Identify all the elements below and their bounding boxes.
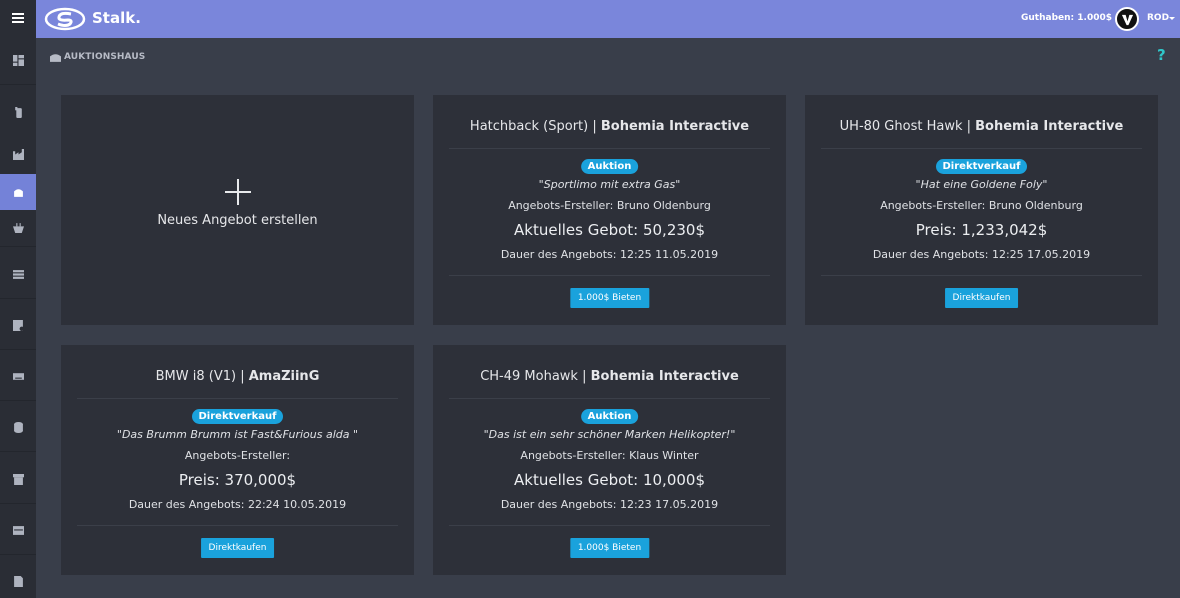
offer-type-badge: Direktverkauf xyxy=(191,409,284,424)
offer-duration: Dauer des Angebots: 12:25 11.05.2019 xyxy=(500,248,719,261)
plus-icon xyxy=(225,179,251,205)
offer-quote: "Sportlimo mit extra Gas" xyxy=(538,178,681,191)
user-logo-icon xyxy=(1121,14,1133,25)
offer-seller: Bohemia Interactive xyxy=(600,119,750,134)
offer-duration: Dauer des Angebots: 12:23 17.05.2019 xyxy=(500,498,719,511)
sidebar-item-factory[interactable] xyxy=(0,136,36,172)
sidebar-item-shop[interactable] xyxy=(0,209,36,245)
offer-quote: "Das Brumm Brumm ist Fast&Furious alda " xyxy=(116,428,359,441)
hamburger-icon xyxy=(12,11,24,25)
new-offer-label: Neues Angebot erstellen xyxy=(157,213,318,228)
offer-duration: Dauer des Angebots: 12:25 17.05.2019 xyxy=(872,248,1091,261)
phone-icon xyxy=(14,106,22,118)
sidebar-item-archive[interactable] xyxy=(0,461,36,497)
offer-creator: Angebots-Ersteller: Klaus Winter xyxy=(520,449,699,462)
chevron-down-icon[interactable] xyxy=(1169,17,1175,20)
file-icon xyxy=(13,575,23,587)
auction-house-icon xyxy=(50,53,61,62)
offer-title: Hatchback (Sport) | Bohemia Interactive xyxy=(469,119,750,134)
offer-title: CH-49 Mohawk | Bohemia Interactive xyxy=(480,369,739,384)
sidebar-item-list[interactable] xyxy=(0,256,36,292)
offer-type-badge: Auktion xyxy=(580,159,639,174)
offer-creator: Angebots-Ersteller: Bruno Oldenburg xyxy=(880,199,1083,212)
sidebar-item-phone[interactable] xyxy=(0,94,36,130)
offer-card: CH-49 Mohawk | Bohemia Interactive Aukti… xyxy=(433,345,786,575)
sidebar xyxy=(0,0,36,598)
offer-seller: Bohemia Interactive xyxy=(975,119,1124,134)
offer-title: BMW i8 (V1) | AmaZiinG xyxy=(155,369,320,384)
sidebar-item-file[interactable] xyxy=(0,563,36,598)
factory-icon xyxy=(12,148,24,160)
offer-type-badge: Auktion xyxy=(580,409,639,424)
window-icon xyxy=(12,525,24,535)
stalk-logo-icon[interactable] xyxy=(44,6,86,32)
database-icon xyxy=(13,421,23,433)
help-button[interactable]: ? xyxy=(1157,46,1166,64)
brand-name[interactable]: Stalk. xyxy=(92,9,141,27)
offer-seller: Bohemia Interactive xyxy=(590,369,739,384)
offer-quote: "Das ist ein sehr schöner Marken Helikop… xyxy=(483,428,736,441)
offer-type-badge: Direktverkauf xyxy=(935,159,1028,174)
offer-duration: Dauer des Angebots: 22:24 10.05.2019 xyxy=(128,498,347,511)
offer-card: Hatchback (Sport) | Bohemia Interactive … xyxy=(433,95,786,325)
auction-house-icon xyxy=(13,188,23,197)
balance-label: Guthaben: 1.000$ xyxy=(1021,13,1112,23)
keyboard-icon xyxy=(12,372,24,380)
archive-icon xyxy=(12,473,24,485)
offer-price: Preis: 370,000$ xyxy=(178,471,297,489)
dashboard-icon xyxy=(12,54,24,66)
sidebar-item-window[interactable] xyxy=(0,512,36,548)
offer-card: BMW i8 (V1) | AmaZiinG Direktverkauf "Da… xyxy=(61,345,414,575)
offer-name: CH-49 Mohawk xyxy=(480,369,578,384)
offer-price: Aktuelles Gebot: 10,000$ xyxy=(514,471,705,489)
basket-icon xyxy=(12,222,24,233)
topbar: Stalk. Guthaben: 1.000$ ROD xyxy=(36,0,1180,38)
sidebar-item-keyboard[interactable] xyxy=(0,358,36,394)
user-menu[interactable]: ROD xyxy=(1147,13,1169,23)
offer-name: UH-80 Ghost Hawk xyxy=(839,119,963,134)
document-list-icon xyxy=(12,319,24,331)
offer-seller: AmaZiinG xyxy=(248,369,320,384)
avatar[interactable] xyxy=(1115,7,1139,31)
sidebar-item-documents[interactable] xyxy=(0,307,36,343)
offer-name: BMW i8 (V1) xyxy=(155,369,237,384)
bid-button[interactable]: 1.000$ Bieten xyxy=(569,288,650,308)
offer-creator: Angebots-Ersteller: xyxy=(184,449,291,462)
offer-card: UH-80 Ghost Hawk | Bohemia Interactive D… xyxy=(805,95,1158,325)
offer-title: UH-80 Ghost Hawk | Bohemia Interactive xyxy=(839,119,1124,134)
offer-price: Preis: 1,233,042$ xyxy=(915,221,1048,239)
sidebar-item-auction-house[interactable] xyxy=(0,174,36,210)
offer-price: Aktuelles Gebot: 50,230$ xyxy=(514,221,705,239)
list-icon xyxy=(12,269,24,279)
new-offer-card[interactable]: Neues Angebot erstellen xyxy=(61,95,414,325)
sidebar-item-dashboard[interactable] xyxy=(0,42,36,78)
breadcrumb: AUKTIONSHAUS xyxy=(50,52,145,62)
bid-button[interactable]: 1.000$ Bieten xyxy=(569,538,650,558)
buy-now-button[interactable]: Direktkaufen xyxy=(200,538,275,558)
page-title: AUKTIONSHAUS xyxy=(64,52,146,62)
offer-name: Hatchback (Sport) xyxy=(469,119,589,134)
menu-toggle-button[interactable] xyxy=(0,0,36,36)
buy-now-button[interactable]: Direktkaufen xyxy=(944,288,1019,308)
offer-creator: Angebots-Ersteller: Bruno Oldenburg xyxy=(508,199,711,212)
offer-quote: "Hat eine Goldene Foly" xyxy=(915,178,1048,191)
sidebar-item-database[interactable] xyxy=(0,409,36,445)
